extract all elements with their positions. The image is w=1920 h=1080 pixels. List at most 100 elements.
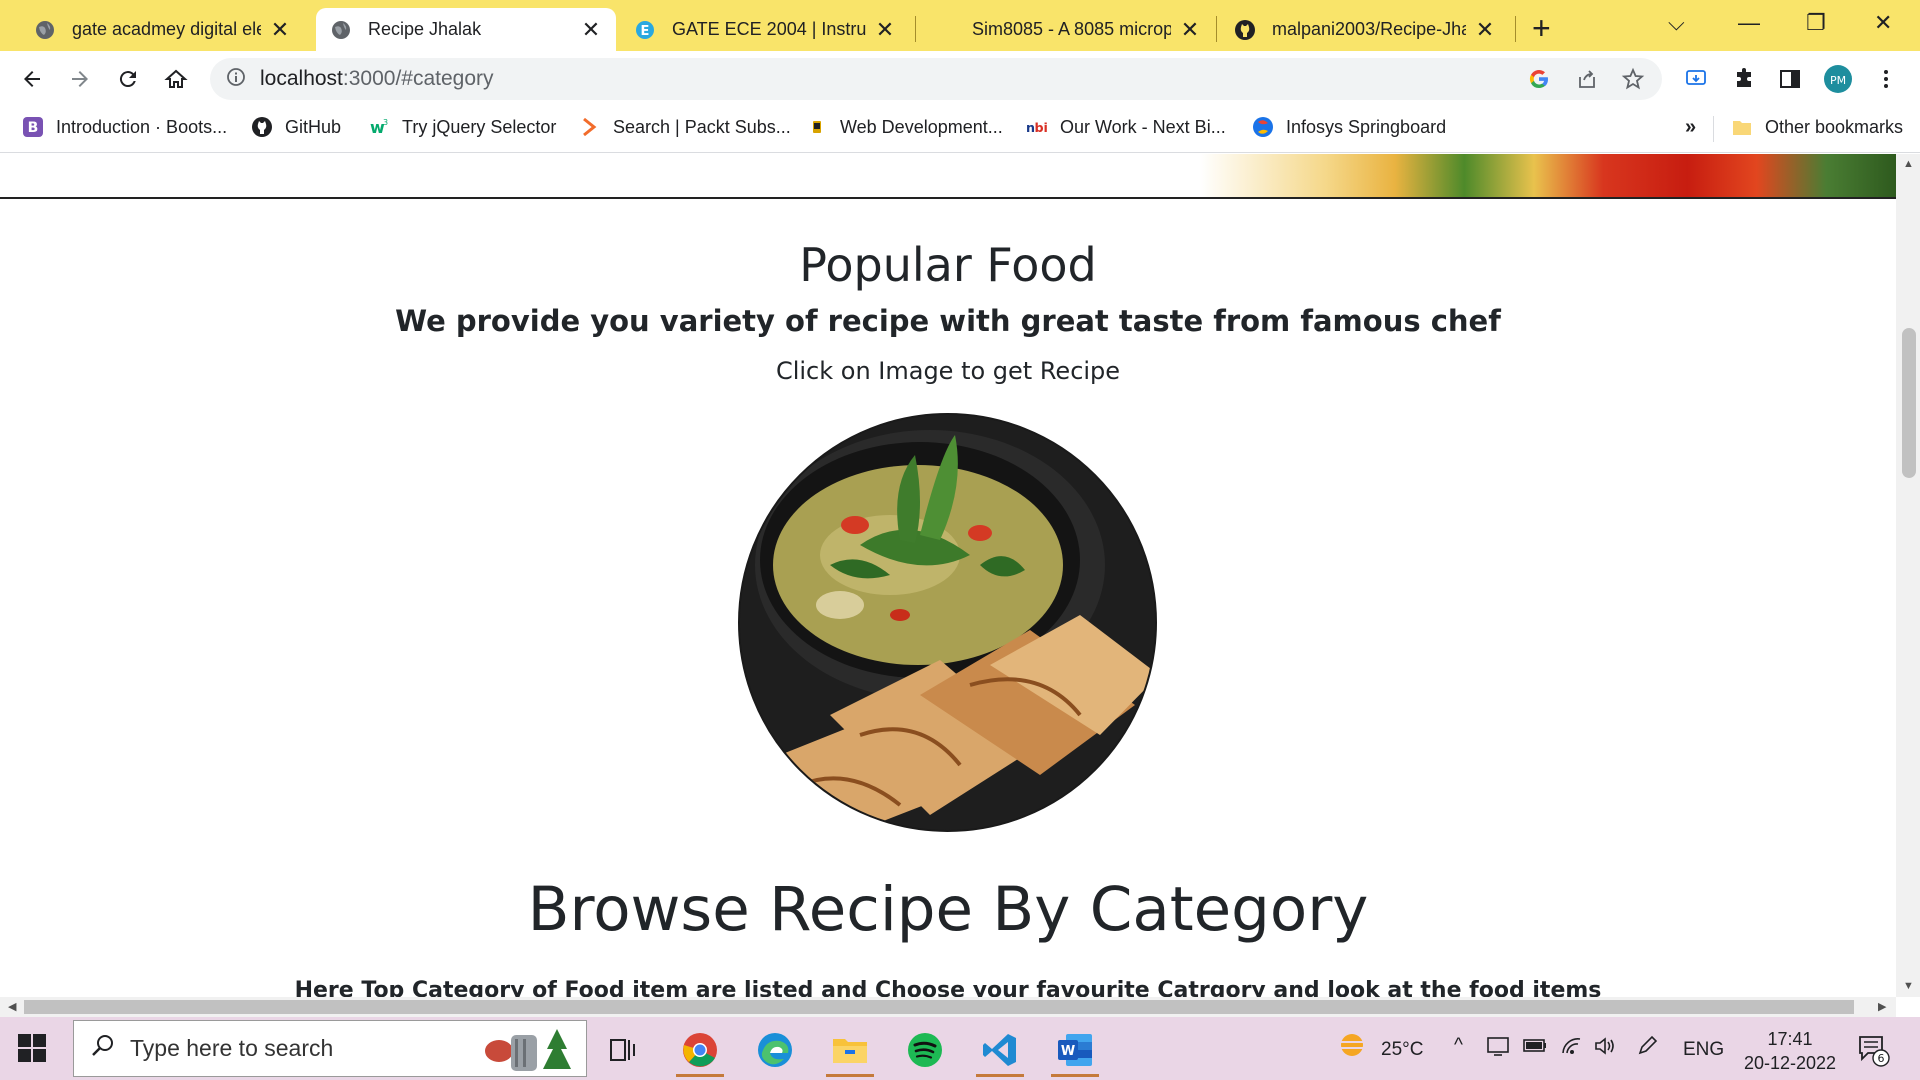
reload-button[interactable] <box>112 63 144 95</box>
bookmarks-divider <box>1713 116 1714 142</box>
back-button[interactable] <box>16 63 48 95</box>
github-icon <box>251 116 273 138</box>
taskbar-spotify-icon[interactable] <box>895 1023 955 1077</box>
forward-arrow-icon <box>72 71 88 87</box>
extensions-puzzle-icon[interactable] <box>1728 63 1760 95</box>
taskbar-chrome-icon[interactable] <box>670 1023 730 1077</box>
tab-title: malpani2003/Recipe-Jhal <box>1272 19 1466 39</box>
tab-github-repo[interactable]: malpani2003/Recipe-Jhal ✕ <box>1220 8 1510 51</box>
close-window-button[interactable]: ✕ <box>1874 10 1892 36</box>
active-app-indicator <box>1051 1074 1099 1077</box>
folder-icon <box>1731 116 1753 138</box>
info-icon[interactable] <box>226 67 246 92</box>
popular-food-image[interactable] <box>738 413 1157 832</box>
bookmark-web-development[interactable]: Web Development... <box>806 116 1003 138</box>
browser-toolbar: localhost:3000/#category PM <box>0 51 1920 106</box>
svg-text:bi: bi <box>1034 120 1047 135</box>
tab-separator <box>915 16 916 42</box>
bookmark-infosys[interactable]: Infosys Springboard <box>1252 116 1446 138</box>
active-app-indicator <box>676 1074 724 1077</box>
clock-time: 17:41 <box>1767 1029 1813 1049</box>
cast-download-icon[interactable] <box>1680 63 1712 95</box>
tab-title: Recipe Jhalak <box>368 19 482 39</box>
battery-icon[interactable] <box>1522 1035 1548 1061</box>
scroll-right-icon[interactable]: ▶ <box>1878 1000 1886 1013</box>
notification-center-icon[interactable]: 6 <box>1856 1033 1890 1073</box>
close-icon[interactable]: ✕ <box>580 18 602 41</box>
active-app-indicator <box>976 1074 1024 1077</box>
blank-favicon-icon <box>934 19 956 41</box>
back-arrow-icon <box>24 71 40 87</box>
tray-chevron-up-icon[interactable]: ^ <box>1454 1035 1463 1057</box>
notification-count: 6 <box>1878 1052 1885 1065</box>
language-indicator[interactable]: ENG <box>1683 1039 1724 1061</box>
popular-food-hint: Click on Image to get Recipe <box>775 357 1121 385</box>
taskbar-search-placeholder: Type here to search <box>130 1035 334 1061</box>
bookmarks-bar: B Introduction · Boots... GitHub w3 Try … <box>0 106 1920 153</box>
taskbar-vscode-icon[interactable] <box>970 1023 1030 1077</box>
svg-text:B: B <box>28 120 39 136</box>
star-bookmark-icon[interactable] <box>1620 66 1646 92</box>
menu-kebab-icon[interactable] <box>1870 63 1902 95</box>
more-bookmarks-label: » <box>1685 116 1697 138</box>
pen-icon[interactable] <box>1636 1035 1660 1063</box>
taskbar-file-explorer-icon[interactable] <box>820 1023 880 1077</box>
side-panel-icon[interactable] <box>1774 63 1806 95</box>
scroll-down-icon[interactable]: ▼ <box>1903 980 1914 992</box>
clock-date: 20-12-2022 <box>1743 1053 1837 1073</box>
share-icon[interactable] <box>1574 66 1600 92</box>
tab-gate-ece[interactable]: E GATE ECE 2004 | Instructio ✕ <box>620 8 910 51</box>
search-icon <box>90 1033 116 1064</box>
task-view-icon[interactable] <box>593 1023 653 1077</box>
tab-separator <box>1216 16 1217 42</box>
close-icon[interactable]: ✕ <box>874 18 896 41</box>
bookmark-jquery[interactable]: w3 Try jQuery Selector <box>368 116 556 138</box>
bootstrap-icon: B <box>22 116 44 138</box>
weather-temperature[interactable]: 25°C <box>1381 1039 1423 1061</box>
bookmark-packt[interactable]: Search | Packt Subs... <box>579 116 791 138</box>
horizontal-scroll-thumb[interactable] <box>24 1000 1854 1014</box>
address-bar[interactable]: localhost:3000/#category <box>210 58 1662 100</box>
horizontal-scrollbar[interactable]: ◀ ▶ <box>0 997 1896 1017</box>
wifi-icon[interactable] <box>1560 1035 1584 1063</box>
vertical-scrollbar[interactable]: ▲ ▼ <box>1896 154 1920 997</box>
browse-category-title: Browse Recipe By Category <box>527 874 1369 945</box>
home-button[interactable] <box>160 63 192 95</box>
more-bookmarks-button[interactable]: » <box>1685 116 1696 139</box>
tab-recipe-jhalak[interactable]: Recipe Jhalak ✕ <box>316 8 616 51</box>
close-icon[interactable]: ✕ <box>269 18 291 41</box>
weather-icon[interactable] <box>1335 1031 1369 1067</box>
close-icon[interactable]: ✕ <box>1474 18 1496 41</box>
minimize-button[interactable]: — <box>1738 10 1760 36</box>
hero-divider <box>0 197 1896 199</box>
taskbar-search-box[interactable]: Type here to search <box>73 1020 587 1077</box>
tab-gate-academy[interactable]: gate acadmey digital elec ✕ <box>20 8 305 51</box>
tray-display-icon[interactable] <box>1486 1035 1510 1063</box>
infosys-springboard-icon <box>1252 116 1274 138</box>
tab-sim8085[interactable]: Sim8085 - A 8085 microp ✕ <box>920 8 1215 51</box>
bookmark-github[interactable]: GitHub <box>251 116 341 138</box>
close-icon[interactable]: ✕ <box>1179 18 1201 41</box>
vertical-scroll-thumb[interactable] <box>1902 328 1916 478</box>
bookmark-label: Infosys Springboard <box>1286 116 1447 137</box>
windows-start-icon[interactable] <box>18 1034 48 1064</box>
google-lens-icon[interactable] <box>1526 66 1552 92</box>
reload-icon <box>119 71 136 88</box>
taskbar-edge-icon[interactable] <box>745 1023 805 1077</box>
taskbar-word-icon[interactable]: W <box>1045 1023 1105 1077</box>
system-clock[interactable]: 17:41 20-12-2022 <box>1735 1027 1845 1075</box>
popular-food-subtitle: We provide you variety of recipe with gr… <box>395 304 1501 338</box>
tab-search-chevron-icon[interactable]: ⌵ <box>1668 10 1685 36</box>
new-tab-button[interactable]: + <box>1532 12 1551 44</box>
bookmark-next-bi[interactable]: n bi Our Work - Next Bi... <box>1026 116 1226 138</box>
url-path: :3000/#category <box>342 67 494 90</box>
scroll-left-icon[interactable]: ◀ <box>8 1000 16 1013</box>
profile-avatar[interactable]: PM <box>1822 63 1854 95</box>
scroll-up-icon[interactable]: ▲ <box>1903 158 1914 170</box>
volume-icon[interactable] <box>1593 1035 1617 1063</box>
forward-button[interactable] <box>64 63 96 95</box>
other-bookmarks-folder[interactable]: Other bookmarks <box>1731 116 1903 138</box>
restore-button[interactable]: ❐ <box>1806 10 1826 36</box>
tab-title: Sim8085 - A 8085 microp <box>972 19 1171 39</box>
bookmark-bootstrap[interactable]: B Introduction · Boots... <box>22 116 227 138</box>
